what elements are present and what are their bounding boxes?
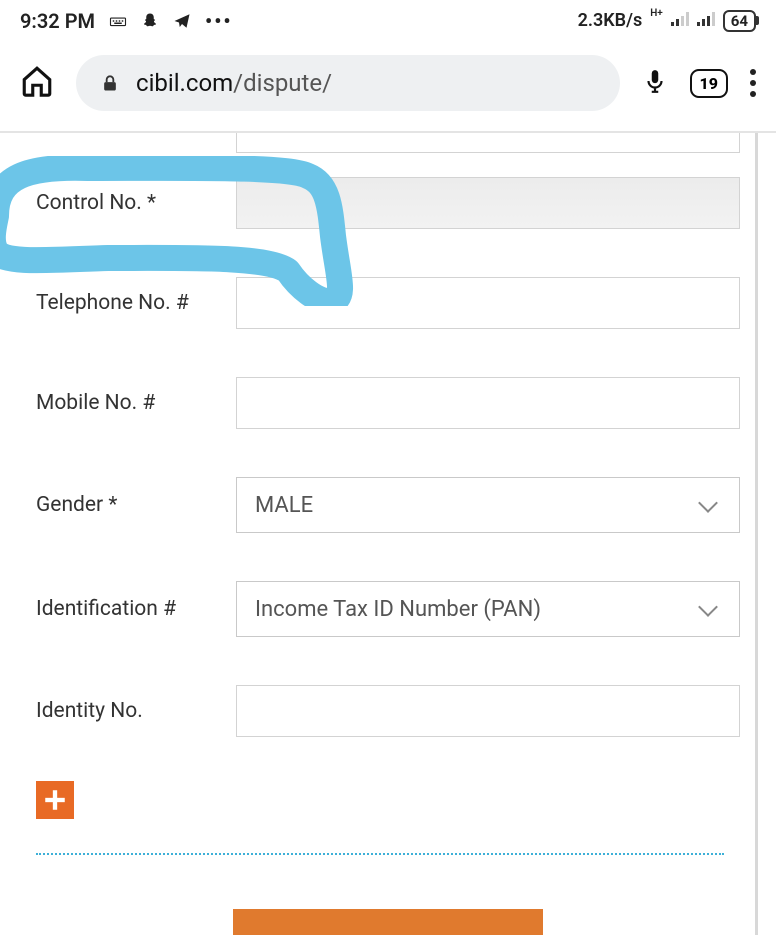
section-divider — [36, 853, 724, 855]
snapchat-icon — [141, 12, 159, 30]
gender-row: Gender * MALE — [36, 453, 740, 557]
identification-label: Identification # — [36, 597, 236, 621]
telephone-row: Telephone No. # — [36, 253, 740, 353]
browser-toolbar: cibil.com/dispute/ 19 — [0, 41, 776, 131]
address-bar[interactable]: cibil.com/dispute/ — [76, 55, 620, 111]
mobile-input[interactable] — [236, 377, 740, 429]
data-rate: 2.3KB/s — [578, 10, 643, 31]
status-right: 2.3KB/s H+ 64 — [578, 8, 756, 33]
gender-label: Gender * — [36, 493, 236, 517]
tab-count-button[interactable]: 19 — [690, 69, 728, 98]
telephone-label: Telephone No. # — [36, 291, 236, 315]
page-border — [755, 133, 758, 935]
add-button[interactable] — [36, 781, 74, 819]
chevron-down-icon — [698, 493, 718, 513]
voice-search-button[interactable] — [642, 65, 668, 101]
telegram-icon — [173, 12, 191, 30]
keyboard-icon — [109, 12, 127, 30]
plus-icon — [42, 787, 68, 813]
status-bar: 9:32 PM ••• 2.3KB/s H+ 64 — [0, 0, 776, 41]
control-no-input[interactable] — [236, 177, 740, 229]
identity-no-input[interactable] — [236, 685, 740, 737]
signal-icon-1 — [671, 10, 689, 31]
status-left: 9:32 PM ••• — [20, 9, 233, 33]
submit-area — [36, 909, 740, 935]
gender-value: MALE — [255, 493, 313, 518]
identity-no-label: Identity No. — [36, 699, 236, 723]
identification-value: Income Tax ID Number (PAN) — [255, 597, 541, 622]
lock-icon — [100, 72, 120, 94]
identification-row: Identification # Income Tax ID Number (P… — [36, 557, 740, 661]
chevron-down-icon — [698, 597, 718, 617]
telephone-input[interactable] — [236, 277, 740, 329]
identity-no-row: Identity No. — [36, 661, 740, 761]
mobile-row: Mobile No. # — [36, 353, 740, 453]
control-no-row: Control No. * — [36, 153, 740, 253]
submit-button[interactable] — [233, 909, 543, 935]
home-button[interactable] — [20, 64, 54, 102]
page-content: Control No. * Telephone No. # Mobile No.… — [0, 133, 776, 935]
control-no-label: Control No. * — [36, 191, 236, 215]
partial-field-above[interactable] — [236, 133, 740, 153]
url-text: cibil.com/dispute/ — [136, 69, 332, 97]
overflow-menu-button[interactable] — [750, 69, 756, 97]
battery-indicator: 64 — [723, 10, 756, 32]
gender-select[interactable]: MALE — [236, 477, 740, 533]
identification-select[interactable]: Income Tax ID Number (PAN) — [236, 581, 740, 637]
network-type: H+ — [650, 8, 663, 19]
clock-time: 9:32 PM — [20, 9, 95, 33]
more-notifications-icon: ••• — [205, 9, 233, 33]
mobile-label: Mobile No. # — [36, 391, 236, 415]
signal-icon-2 — [697, 10, 715, 31]
